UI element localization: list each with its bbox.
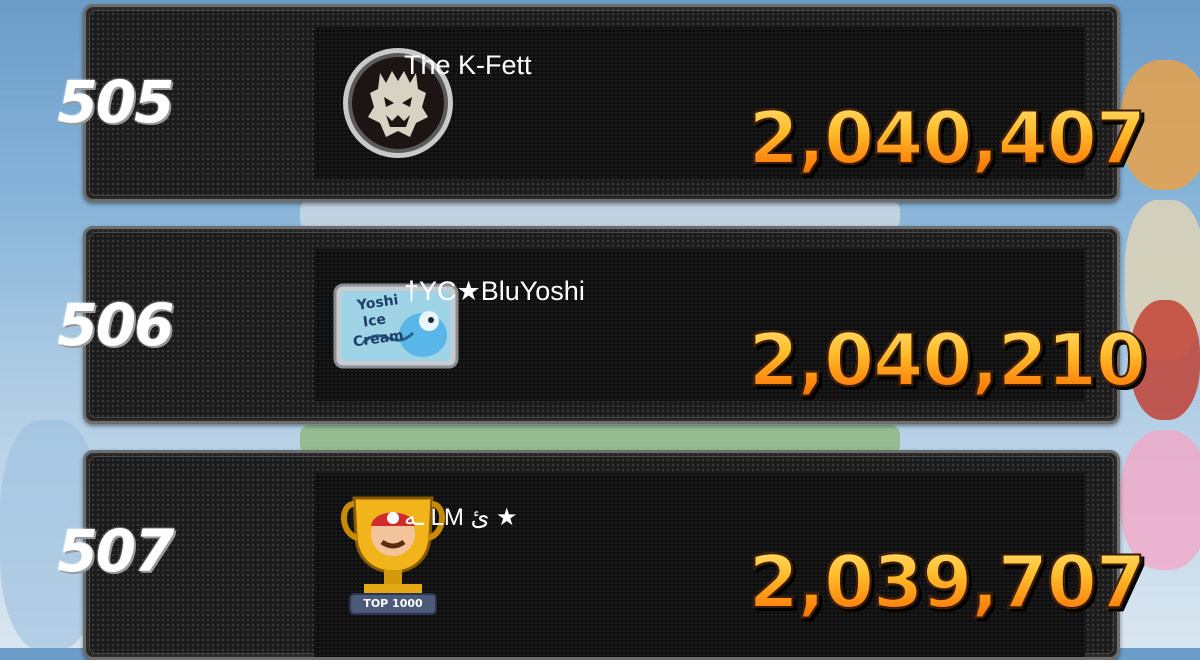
player-score: 2,040,407 (748, 95, 1147, 181)
rank-number: 506 (57, 291, 174, 359)
player-name: The K-Fett (404, 50, 532, 80)
player-score: 2,039,707 (748, 539, 1147, 625)
player-score: 2,040,210 (748, 317, 1147, 403)
rank-number: 507 (57, 517, 174, 585)
trophy-label: TOP 1000 (363, 597, 423, 610)
rank-number: 505 (57, 68, 174, 136)
player-name: †YC★BluYoshi (404, 276, 585, 306)
yoshi-badge-line2: Ice (361, 311, 388, 331)
player-name: ـه LM ئ ★ (404, 504, 518, 531)
